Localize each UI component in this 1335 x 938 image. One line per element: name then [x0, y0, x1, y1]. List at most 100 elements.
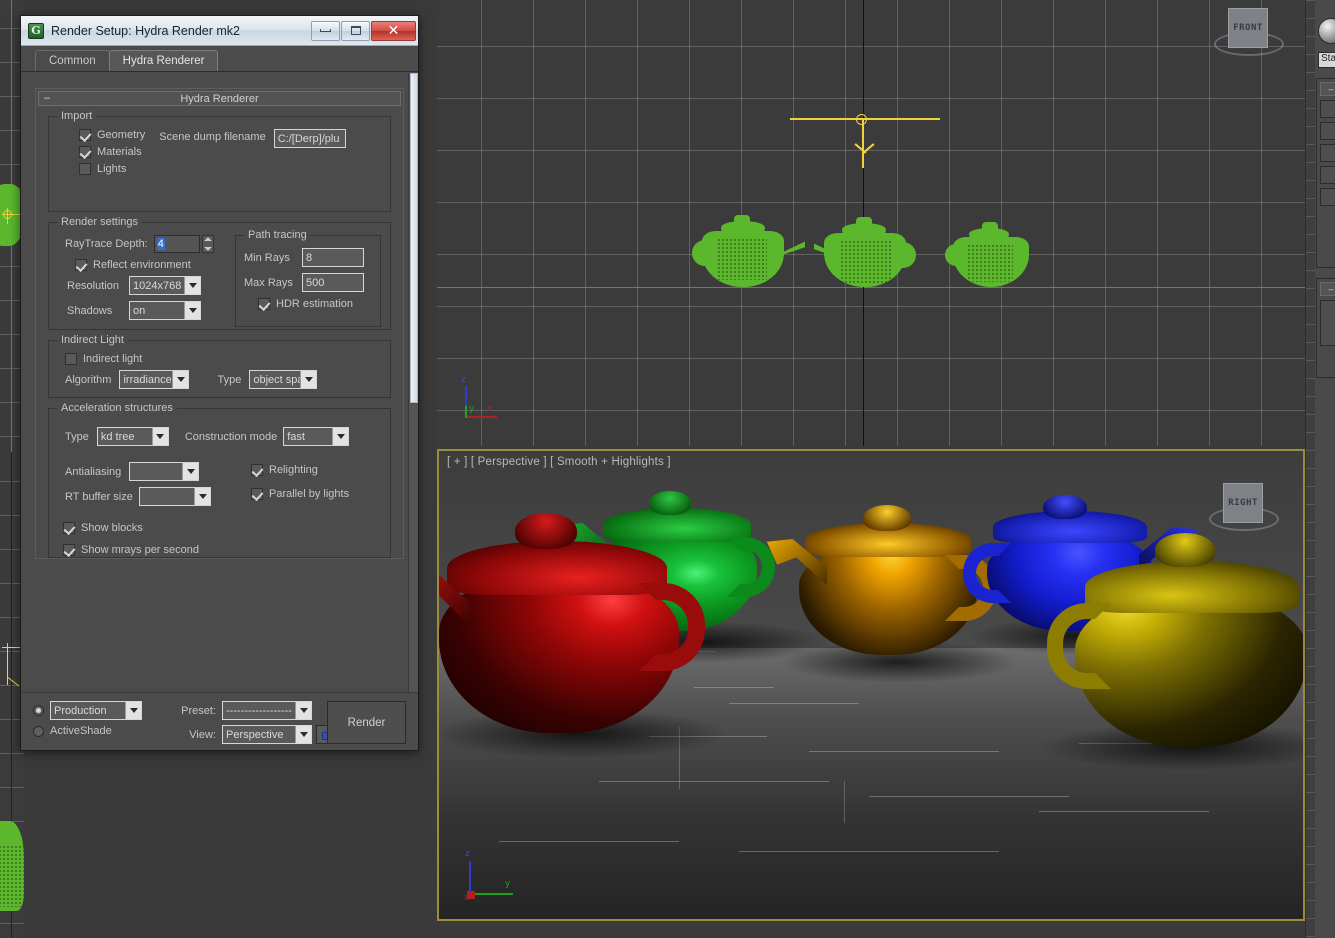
chevron-down-icon[interactable] [332, 428, 348, 445]
rollout-slot[interactable] [1320, 122, 1335, 140]
raytrace-depth-spinner[interactable]: 4 [154, 235, 214, 253]
raytrace-depth-spin-buttons[interactable] [202, 235, 214, 253]
min-rays-field[interactable]: 8 [302, 248, 364, 267]
chevron-down-icon[interactable] [182, 463, 198, 480]
viewcube-perspective[interactable]: RIGHT [1209, 475, 1279, 537]
rt-buffer-size-combo[interactable] [139, 487, 211, 506]
viewcube-face-label[interactable]: RIGHT [1223, 483, 1263, 523]
reflect-environment-row[interactable]: Reflect environment [75, 259, 229, 271]
close-button[interactable]: ✕ [371, 21, 416, 41]
chevron-down-icon[interactable] [152, 428, 168, 445]
rotate-gizmo-icon[interactable] [1318, 18, 1335, 44]
chevron-down-icon[interactable] [184, 302, 200, 319]
chevron-down-icon[interactable] [300, 371, 316, 388]
raytrace-depth-row: RayTrace Depth: 4 [57, 235, 229, 253]
viewcube-front[interactable]: FRONT [1214, 0, 1284, 62]
tab-common[interactable]: Common [35, 50, 110, 71]
rollout-slot[interactable] [1320, 166, 1335, 184]
min-rays-row: Min Rays 8 [244, 248, 372, 267]
chevron-down-icon[interactable] [295, 702, 311, 719]
minimize-button[interactable] [311, 21, 340, 41]
maximize-button[interactable] [341, 21, 370, 41]
indirect-type-combo[interactable]: object spa [249, 370, 317, 389]
spinner-up-icon[interactable] [204, 237, 212, 241]
front-viewport[interactable]: z y x FRONT [437, 0, 1305, 446]
show-mrays-checkbox[interactable] [63, 544, 75, 556]
parallel-by-lights-row[interactable]: Parallel by lights [251, 488, 349, 500]
maximize-icon [351, 26, 361, 35]
geometry-checkbox-row[interactable]: Geometry [79, 129, 145, 141]
window-buttons: ✕ [311, 21, 416, 41]
import-group: Import Geometry Materials [48, 116, 391, 212]
scene-dump-filename-field[interactable]: C:/[Derp]/plu [274, 129, 346, 148]
lights-checkbox-row[interactable]: Lights [79, 163, 145, 175]
render-settings-group-title: Render settings [57, 216, 142, 228]
materials-checkbox-row[interactable]: Materials [79, 146, 145, 158]
chevron-down-icon[interactable] [184, 277, 200, 294]
accel-type-combo[interactable]: kd tree [97, 427, 169, 446]
lights-checkbox[interactable] [79, 163, 91, 175]
algorithm-row: Algorithm irradiance Type object spa [57, 370, 382, 389]
command-rollout-1[interactable]: – [1316, 78, 1335, 268]
dialog-scrollbar-track[interactable] [408, 73, 418, 692]
chevron-down-icon[interactable] [125, 702, 141, 719]
viewcube-face-label[interactable]: FRONT [1228, 8, 1268, 48]
production-radio[interactable] [33, 705, 44, 716]
rollout-slot[interactable] [1320, 100, 1335, 118]
perspective-viewport[interactable]: [ + ] [ Perspective ] [ Smooth + Highlig… [437, 449, 1305, 921]
direct-light-gizmo[interactable] [790, 106, 940, 168]
antialiasing-combo[interactable] [129, 462, 199, 481]
algorithm-combo[interactable]: irradiance [119, 370, 189, 389]
tab-hydra-renderer[interactable]: Hydra Renderer [109, 50, 219, 71]
object-name-field[interactable]: Sta [1318, 52, 1335, 68]
show-blocks-row[interactable]: Show blocks [63, 522, 382, 534]
relighting-checkbox[interactable] [251, 464, 263, 476]
shadows-combo[interactable]: on [129, 301, 201, 320]
chevron-down-icon[interactable] [194, 488, 210, 505]
max-rays-row: Max Rays 500 [244, 273, 372, 292]
render-setup-dialog[interactable]: G Render Setup: Hydra Render mk2 ✕ Commo… [20, 15, 419, 751]
view-combo[interactable]: Perspective [222, 725, 312, 744]
dialog-title: Render Setup: Hydra Render mk2 [51, 24, 240, 38]
hdr-estimation-checkbox[interactable] [258, 298, 270, 310]
chevron-down-icon[interactable] [295, 726, 311, 743]
rollout-slot[interactable] [1320, 300, 1335, 346]
indirect-light-checkbox[interactable] [65, 353, 77, 365]
chevron-down-icon[interactable] [172, 371, 188, 388]
activeshade-row[interactable]: ActiveShade [33, 725, 112, 737]
rollout-collapse-button[interactable]: – [1320, 82, 1335, 96]
command-panel[interactable]: Sta – – [1305, 0, 1335, 938]
hdr-estimation-row[interactable]: HDR estimation [258, 298, 372, 310]
max-rays-field[interactable]: 500 [302, 273, 364, 292]
reflect-environment-checkbox[interactable] [75, 259, 87, 271]
production-row[interactable]: Production [33, 701, 142, 720]
show-blocks-checkbox[interactable] [63, 522, 75, 534]
parallel-by-lights-checkbox[interactable] [251, 488, 263, 500]
preset-combo[interactable]: ------------------ [222, 701, 312, 720]
rollout-slot[interactable] [1320, 144, 1335, 162]
command-panel-rail[interactable] [1306, 0, 1315, 938]
resolution-row: Resolution 1024x768 [57, 276, 229, 295]
dialog-tabs: Common Hydra Renderer [21, 46, 418, 72]
app-icon: G [28, 23, 44, 39]
materials-checkbox[interactable] [79, 146, 91, 158]
dialog-scrollbar-thumb[interactable] [410, 73, 418, 403]
rollout-slot[interactable] [1320, 188, 1335, 206]
spinner-down-icon[interactable] [204, 247, 212, 251]
render-button[interactable]: Render [327, 701, 406, 744]
geometry-checkbox[interactable] [79, 129, 91, 141]
relighting-row[interactable]: Relighting [251, 464, 349, 476]
resolution-combo[interactable]: 1024x768 [129, 276, 201, 295]
activeshade-radio[interactable] [33, 726, 44, 737]
rollout-header[interactable]: – Hydra Renderer [38, 91, 401, 106]
dialog-titlebar[interactable]: G Render Setup: Hydra Render mk2 ✕ [21, 16, 418, 46]
view-label: View: [176, 729, 216, 741]
raytrace-depth-input[interactable]: 4 [154, 235, 200, 253]
show-mrays-row[interactable]: Show mrays per second [63, 544, 382, 556]
render-mode-combo[interactable]: Production [50, 701, 142, 720]
indirect-light-row[interactable]: Indirect light [65, 353, 382, 365]
construction-mode-combo[interactable]: fast [283, 427, 349, 446]
command-rollout-2[interactable]: – [1316, 278, 1335, 378]
scene-dump-label: Scene dump filename [159, 131, 265, 143]
rollout-collapse-button[interactable]: – [1320, 282, 1335, 296]
